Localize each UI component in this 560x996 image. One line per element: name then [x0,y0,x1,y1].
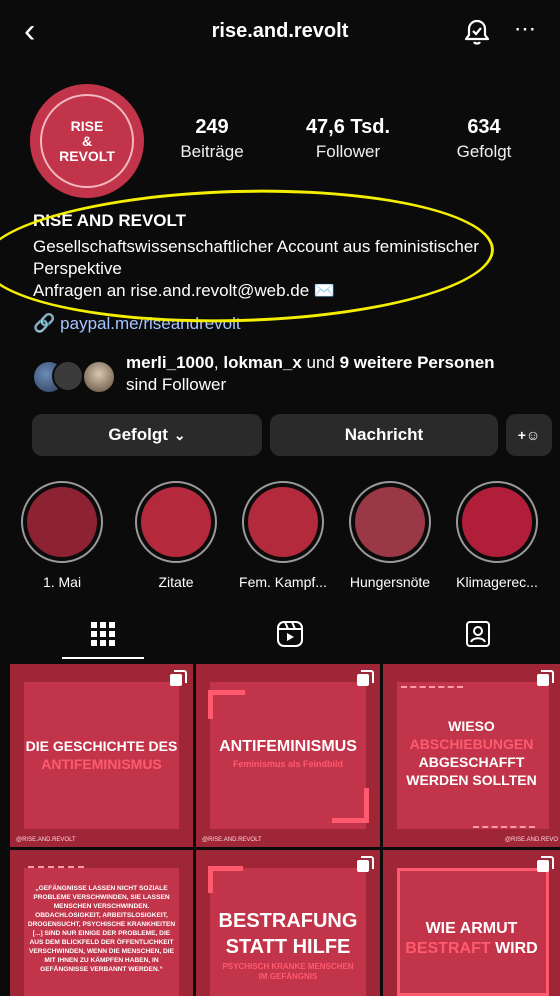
followers-count: 47,6 Tsd. [305,116,391,138]
link-icon: 🔗 [33,313,56,333]
post-title: ANTIFEMINISMUS [219,738,357,755]
corner-frame [332,788,369,823]
highlight-fem-kampf[interactable]: Fem. Kampf... [236,481,330,590]
add-user-icon: +☺ [517,427,541,443]
dashed-line [473,826,535,828]
tab-grid[interactable] [89,620,117,653]
followers-label: Follower [315,142,381,161]
post-title: WIESO [448,718,495,734]
follower-avatar [82,360,116,394]
message-button[interactable]: Nachricht [270,414,498,456]
highlight-ring [242,481,324,563]
reels-icon [277,621,303,647]
post-handle: @RISE.AND.REVOLT [16,837,76,843]
post-subtitle: PSYCHISCH KRANKE MENSCHEN [222,962,354,971]
highlight-ring [456,481,538,563]
multi-image-icon [537,856,554,872]
dashed-line [401,686,463,688]
post-title-row: BESTRAFT WIRD [383,940,560,958]
post-quote: „GEFÄNGNISSE LASSEN NICHT SOZIALE PROBLE… [27,885,176,973]
more-options-icon[interactable]: ⋯ [514,16,538,42]
post-title-accent: BESTRAFT [405,940,491,957]
message-button-label: Nachricht [344,425,424,444]
post-tile[interactable]: WIE ARMUT BESTRAFT WIRD [383,850,560,996]
highlight-ring [21,481,103,563]
following-label: Gefolgt [456,142,512,161]
highlight-cover [355,487,425,557]
highlight-ring [135,481,217,563]
multi-image-icon [537,670,554,686]
post-title: DIE GESCHICHTE DES [25,738,178,754]
post-handle: @RISE.AND.REVOLT [202,837,262,843]
post-tile[interactable]: BESTRAFUNG STATT HILFE PSYCHISCH KRANKE … [196,850,380,996]
post-title: ABGESCHAFFT [418,754,525,770]
dashed-line [28,866,84,868]
post-title: WERDEN SOLLTEN [406,772,537,788]
post-handle: @RISE.AND.REVO [504,837,558,843]
highlight-zitate[interactable]: Zitate [129,481,223,590]
highlight-label: Zitate [158,574,194,590]
annotation-ellipse [0,183,496,329]
highlight-cover [27,487,97,557]
stat-posts[interactable]: 249 Beiträge [152,116,272,162]
post-title: WIRD [495,940,538,957]
highlight-1-mai[interactable]: 1. Mai [15,481,109,590]
corner-frame [208,866,243,893]
chevron-down-icon: ⌄ [173,426,186,443]
post-title: STATT HILFE [225,936,351,958]
profile-avatar[interactable]: RISE & REVOLT [30,84,144,198]
post-tile[interactable]: DIE GESCHICHTE DES ANTIFEMINISMUS @RISE.… [10,664,193,847]
multi-image-icon [357,670,374,686]
following-button[interactable]: Gefolgt ⌄ [32,414,262,456]
highlight-label: Klimagerec... [456,574,538,590]
post-tile[interactable]: „GEFÄNGNISSE LASSEN NICHT SOZIALE PROBLE… [10,850,193,996]
highlight-cover [248,487,318,557]
post-tile[interactable]: WIESO ABSCHIEBUNGEN ABGESCHAFFT WERDEN S… [383,664,560,847]
posts-label: Beiträge [180,142,244,161]
grid-icon [91,622,115,646]
posts-count: 249 [195,116,229,138]
post-title-accent: ANTIFEMINISMUS [41,756,162,772]
highlight-cover [462,487,532,557]
highlight-klimagerechtigkeit[interactable]: Klimagerec... [450,481,544,590]
tab-tagged[interactable] [464,620,492,653]
post-subtitle: IM GEFÄNGNIS [258,972,318,981]
post-tile[interactable]: ANTIFEMINISMUS Feminismus als Feindbild … [196,664,380,847]
highlight-ring [349,481,431,563]
stat-followers[interactable]: 47,6 Tsd. Follower [288,116,408,162]
post-subtitle: Feminismus als Feindbild [232,759,344,769]
corner-frame [208,690,245,719]
highlight-label: Hungersnöte [349,574,431,590]
highlight-hungersnoete[interactable]: Hungersnöte [343,481,437,590]
multi-image-icon [170,670,187,686]
highlight-cover [141,487,211,557]
post-title: WIE ARMUT [425,920,518,937]
following-count: 634 [467,116,501,138]
post-title: BESTRAFUNG [218,910,358,932]
tagged-person-icon [466,621,490,647]
follower-avatar [52,360,84,392]
highlight-label: 1. Mai [42,574,82,590]
add-user-button[interactable]: +☺ [506,414,552,456]
multi-image-icon [357,856,374,872]
avatar-logo-text: RISE & REVOLT [40,94,134,188]
following-button-label: Gefolgt [108,425,168,444]
notification-bell-icon[interactable] [464,18,490,46]
stat-following[interactable]: 634 Gefolgt [424,116,544,162]
mutual-followers-text: merli_1000, lokman_x und 9 weitere Perso… [126,353,495,394]
highlight-label: Fem. Kampf... [239,574,327,590]
active-tab-indicator [62,657,144,659]
post-title-accent: ABSCHIEBUNGEN [409,736,534,752]
tab-reels[interactable] [276,620,304,653]
